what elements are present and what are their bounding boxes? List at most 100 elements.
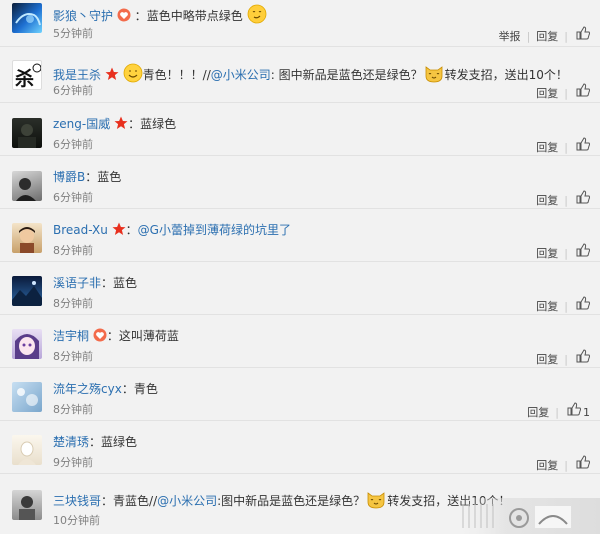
username[interactable]: 楚清琇 — [53, 435, 89, 449]
avatar-image — [19, 496, 35, 520]
mention-link[interactable]: @小米公司 — [211, 68, 271, 82]
username[interactable]: 影狼丶守护 — [53, 9, 113, 23]
comment-time: 8分钟前 — [53, 297, 93, 310]
avatar-image — [18, 441, 36, 465]
watermark-logo — [453, 498, 600, 534]
divider: | — [564, 30, 568, 43]
reply-button[interactable]: 回复 — [527, 405, 549, 421]
comment-item: 洁宇桐 ：这叫薄荷蓝 8分钟前 回复 | — [0, 315, 600, 368]
colon: ： — [101, 494, 114, 508]
colon: ： — [128, 117, 141, 131]
comment-time: 6分钟前 — [53, 191, 93, 204]
divider: | — [564, 194, 568, 207]
divider: | — [526, 30, 531, 43]
comment-text: : 图中新品是蓝色还是绿色？ — [270, 68, 423, 82]
cat-emoji-icon — [367, 492, 385, 509]
username[interactable]: zeng-国威 — [53, 117, 110, 131]
colon: ： — [85, 170, 98, 184]
username[interactable]: 溪语子非 — [53, 276, 101, 290]
divider: | — [555, 406, 559, 419]
reply-button[interactable]: 回复 — [536, 458, 558, 474]
mention-link[interactable]: @小米公司 — [157, 494, 217, 508]
username[interactable]: 洁宇桐 — [53, 329, 89, 343]
username[interactable]: 博爵B — [53, 170, 85, 184]
thumbs-up-icon[interactable] — [576, 190, 590, 204]
divider: | — [564, 353, 568, 366]
username[interactable]: 我是王杀 — [53, 68, 101, 82]
thumbs-up-icon[interactable] — [576, 349, 590, 363]
username[interactable]: 流年之殇cyx — [53, 382, 122, 396]
avatar[interactable] — [12, 223, 42, 253]
like-count: 1 — [583, 406, 590, 419]
reply-button[interactable]: 回复 — [536, 352, 558, 368]
reply-button[interactable]: 回复 — [536, 193, 558, 209]
comment-text: 蓝色 — [113, 276, 138, 290]
comment-item: 杀 我是王杀 青色！！！//@小米公司: 图中新品是蓝色还是绿色？ 转发支招，送出… — [0, 47, 600, 103]
avatar[interactable] — [12, 276, 42, 306]
heart-badge-icon — [117, 8, 131, 22]
comment-time: 9分钟前 — [53, 456, 93, 469]
comment-item: 流年之殇cyx：青色 8分钟前 回复 | 1 — [0, 368, 600, 421]
divider: | — [564, 87, 568, 100]
comment-time: 8分钟前 — [53, 403, 93, 416]
reply-button[interactable]: 回复 — [536, 299, 558, 315]
thumbs-up-icon[interactable] — [576, 243, 590, 257]
username[interactable]: Bread-Xu — [53, 223, 108, 237]
avatar[interactable] — [12, 382, 42, 412]
comment-item: 楚清琇：蓝绿色 9分钟前 回复 | — [0, 421, 600, 474]
comment-text: 青色 — [133, 382, 158, 396]
divider: | — [564, 141, 568, 154]
avatar-image — [19, 227, 35, 253]
divider: | — [564, 247, 568, 260]
comment-text: 蓝绿色 — [101, 435, 138, 449]
avatar[interactable] — [12, 3, 42, 33]
avatar[interactable] — [12, 435, 42, 465]
avatar-image — [17, 388, 38, 406]
thumbs-up-icon[interactable] — [567, 402, 581, 416]
comment-text: 蓝色中略带点绿色 — [146, 9, 243, 23]
comment-time: 10分钟前 — [53, 514, 100, 527]
thumbs-up-icon[interactable] — [576, 455, 590, 469]
star-badge-icon — [112, 222, 126, 235]
avatar-image — [15, 334, 39, 359]
svg-text:杀: 杀 — [15, 67, 34, 90]
reply-button[interactable]: 回复 — [536, 29, 558, 45]
smirk-emoji-icon — [247, 4, 266, 24]
username[interactable]: 三块钱哥 — [53, 494, 101, 508]
thumbs-up-icon[interactable] — [576, 296, 590, 310]
comment-time: 8分钟前 — [53, 244, 93, 257]
divider: | — [564, 300, 568, 313]
comment-text: 转发支招，送出10个！ — [444, 68, 568, 82]
comment-time: 5分钟前 — [53, 27, 93, 40]
star-badge-icon — [105, 67, 119, 80]
mention-link[interactable]: @G小蕾掉到薄荷绿的坑里了 — [138, 223, 291, 237]
colon: ： — [125, 223, 138, 237]
avatar[interactable] — [12, 171, 42, 201]
comment-item: 溪语子非：蓝色 8分钟前 回复 | — [0, 262, 600, 315]
comment-item: zeng-国威 ：蓝绿色 6分钟前 回复 | — [0, 103, 600, 156]
divider: | — [564, 459, 568, 472]
comment-text: 青蓝色// — [113, 494, 158, 508]
thumbs-up-icon[interactable] — [576, 137, 590, 151]
comment-text: 这叫薄荷蓝 — [118, 329, 179, 343]
avatar[interactable] — [12, 329, 42, 359]
avatar[interactable] — [12, 490, 42, 520]
avatar-image — [18, 124, 36, 148]
avatar[interactable] — [12, 118, 42, 148]
thumbs-up-icon[interactable] — [576, 83, 590, 97]
thumbs-up-icon[interactable] — [576, 26, 590, 40]
comment-text: 蓝色 — [97, 170, 122, 184]
report-button[interactable]: 举报 — [499, 29, 521, 45]
star-badge-icon — [114, 116, 128, 129]
comment-time: 6分钟前 — [53, 138, 93, 151]
reply-button[interactable]: 回复 — [536, 86, 558, 102]
reply-button[interactable]: 回复 — [536, 140, 558, 156]
colon: ： — [106, 329, 119, 343]
avatar[interactable]: 杀 — [12, 60, 42, 90]
cat-emoji-icon — [425, 66, 443, 83]
comment-time: 6分钟前 — [53, 84, 93, 97]
comment-text: :图中新品是蓝色还是绿色？ — [217, 494, 366, 508]
avatar-image — [12, 281, 42, 306]
comment-text: 蓝绿色 — [140, 117, 177, 131]
reply-button[interactable]: 回复 — [536, 246, 558, 262]
